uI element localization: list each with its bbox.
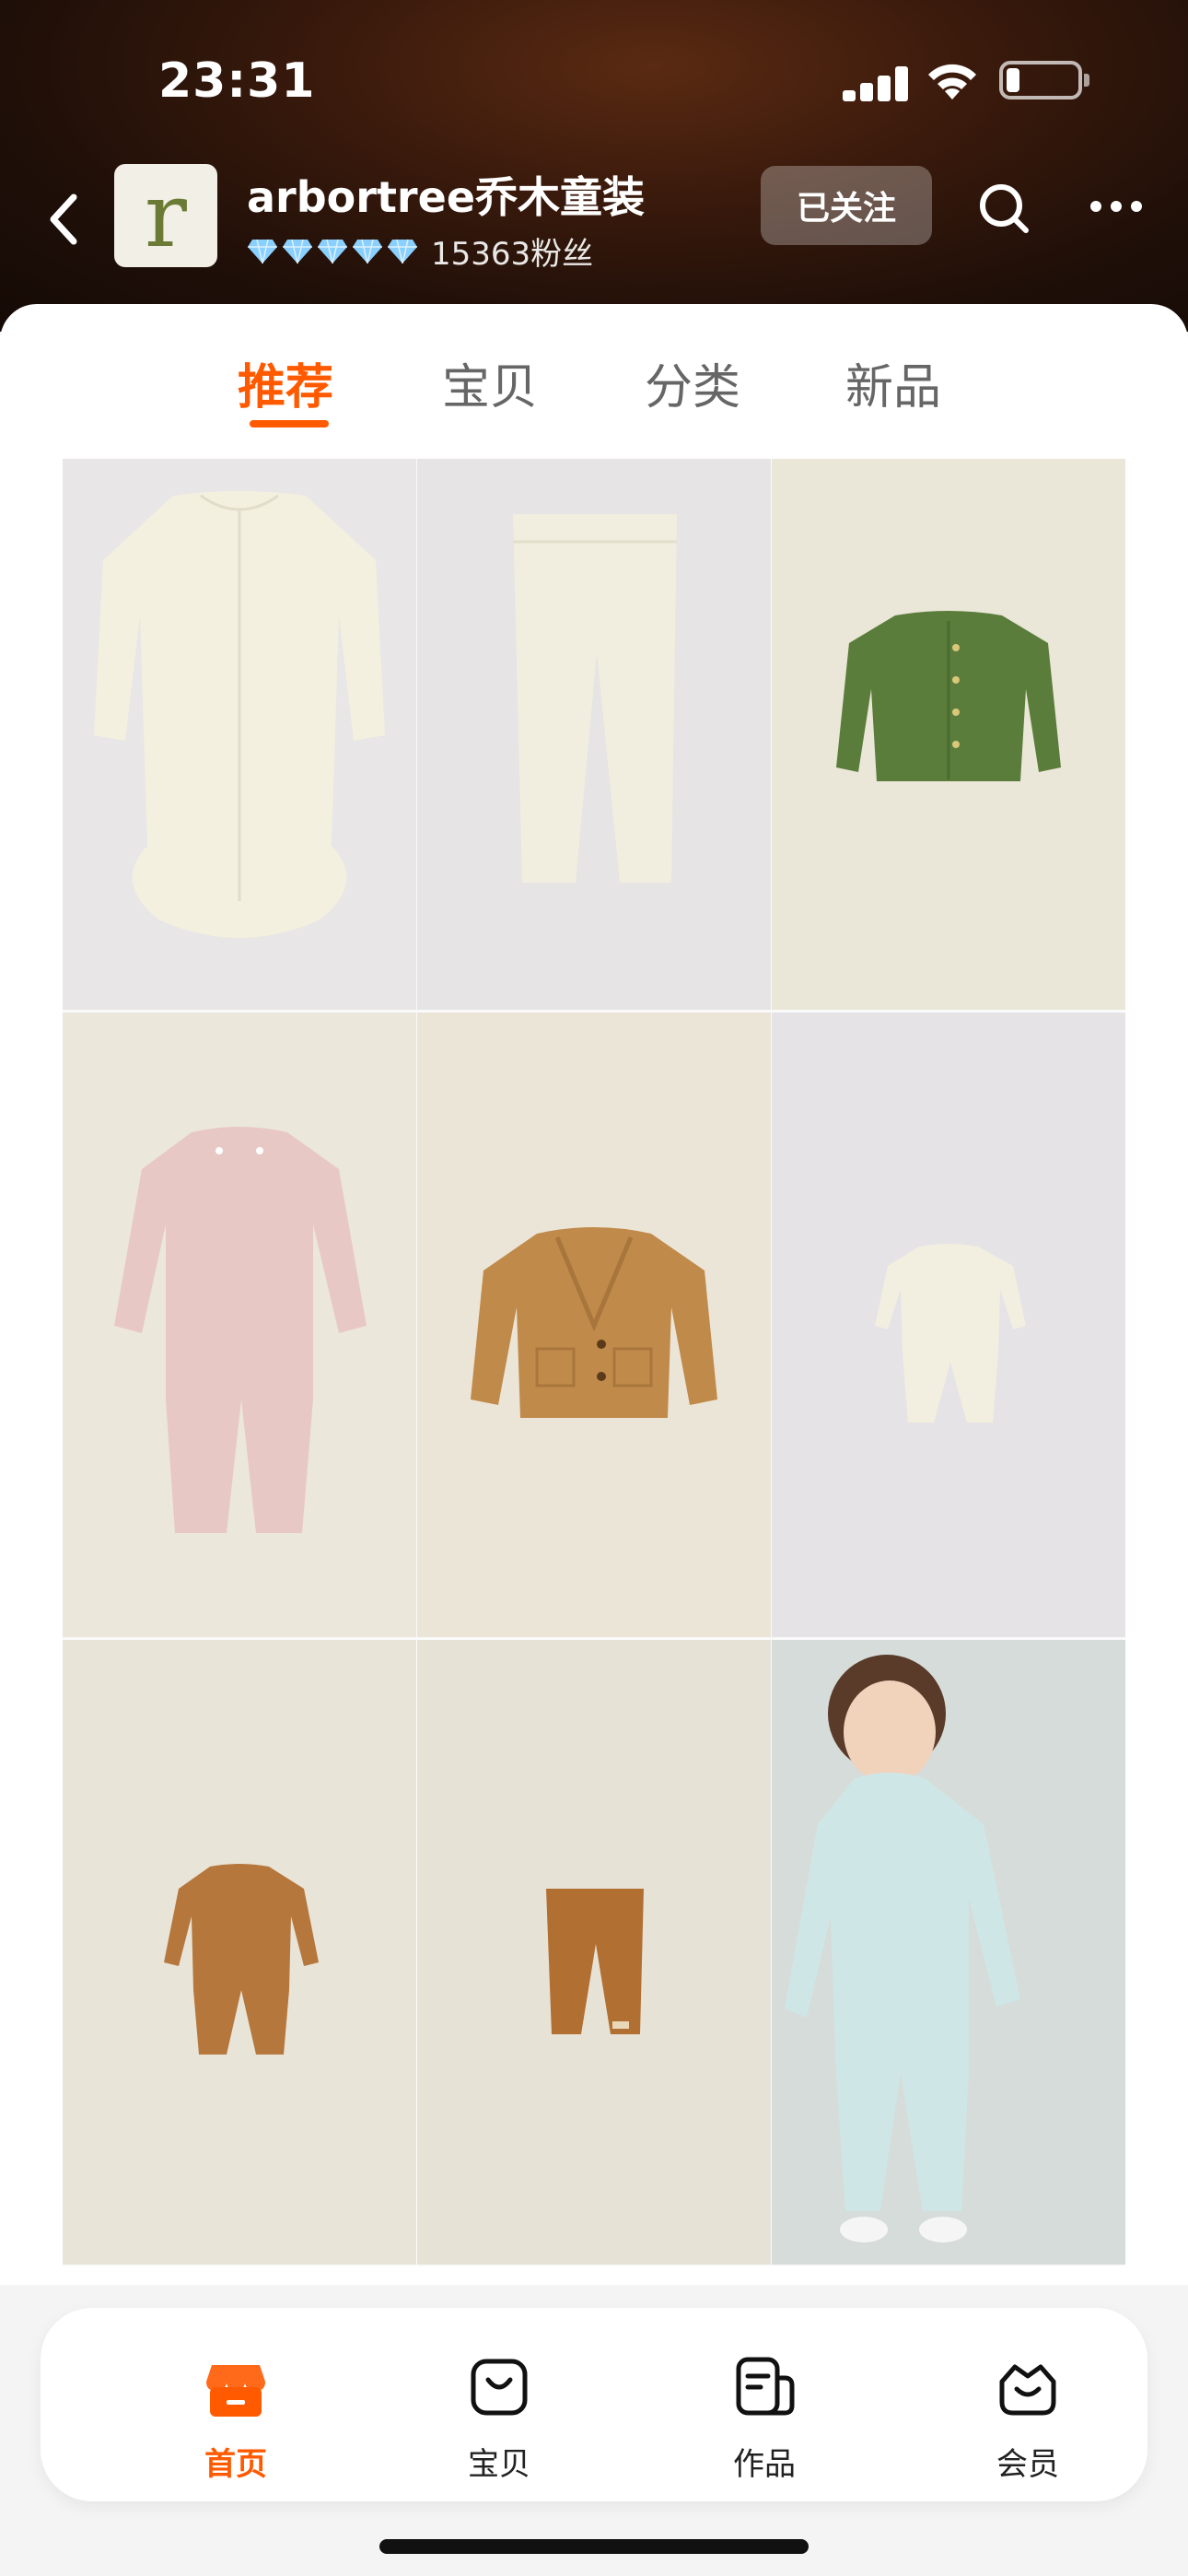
- product-image: [471, 1227, 717, 1418]
- store-header: r arbortree乔木童装 15363粉丝 已关注: [0, 157, 1188, 286]
- search-icon[interactable]: [974, 179, 1033, 238]
- battery-icon: [999, 61, 1089, 100]
- product-image: [836, 611, 1061, 781]
- product-card[interactable]: [63, 1013, 416, 1637]
- nav-works[interactable]: 作品: [672, 2308, 856, 2501]
- member-basket-icon: [999, 2364, 1056, 2416]
- nav-member[interactable]: 会员: [936, 2308, 1120, 2501]
- store-avatar[interactable]: r: [114, 164, 217, 267]
- nav-home[interactable]: 首页: [144, 2308, 328, 2501]
- status-time: 23:31: [158, 53, 316, 109]
- product-card[interactable]: [772, 1640, 1125, 2265]
- store-page: 23:31 r arbortree乔木童装 15363粉丝 已关注 推荐 宝贝 …: [0, 0, 1188, 2576]
- product-card[interactable]: [772, 459, 1125, 1010]
- content-card: 推荐 宝贝 分类 新品: [0, 304, 1188, 2285]
- cellular-signal-icon: [843, 64, 909, 101]
- product-image: [513, 514, 677, 883]
- product-card[interactable]: [417, 459, 771, 1010]
- diamond-icon: [283, 239, 312, 263]
- product-image: [114, 1127, 367, 1533]
- tab-new[interactable]: 新品: [845, 348, 941, 417]
- nav-items[interactable]: 宝贝: [407, 2308, 591, 2501]
- product-card[interactable]: [63, 459, 416, 1010]
- bag-icon: [471, 2359, 528, 2416]
- active-tab-indicator: [250, 420, 329, 427]
- tab-items[interactable]: 宝贝: [442, 348, 538, 417]
- product-card[interactable]: [772, 1013, 1125, 1637]
- follow-button[interactable]: 已关注: [761, 166, 932, 245]
- nav-works-label: 作品: [733, 2446, 796, 2483]
- nav-member-label: 会员: [996, 2446, 1059, 2483]
- more-dots-icon[interactable]: [1087, 188, 1146, 225]
- shop-home-icon: [206, 2365, 265, 2417]
- avatar-letter: r: [145, 164, 187, 267]
- product-card[interactable]: [417, 1640, 771, 2265]
- nav-items-label: 宝贝: [468, 2446, 530, 2483]
- home-indicator[interactable]: [379, 2539, 809, 2554]
- fans-count: 15363粉丝: [431, 236, 594, 273]
- back-chevron-icon[interactable]: [37, 182, 92, 256]
- diamond-icon: [248, 239, 277, 263]
- product-image: [164, 1864, 319, 2055]
- product-card[interactable]: [417, 1013, 771, 1637]
- store-tabs: 推荐 宝贝 分类 新品: [0, 304, 1188, 456]
- nav-home-label: 首页: [204, 2446, 267, 2483]
- product-grid: [63, 459, 1125, 2266]
- bottom-nav: 首页 宝贝 作品 会员: [41, 2308, 1147, 2501]
- store-rating: 15363粉丝: [247, 228, 593, 274]
- product-image: [875, 1244, 1026, 1423]
- diamond-icon: [388, 239, 417, 263]
- product-image: [546, 1889, 644, 2034]
- product-card[interactable]: [63, 1640, 416, 2265]
- product-image: [785, 1655, 1020, 2242]
- diamond-icon: [318, 239, 347, 263]
- product-image: [94, 491, 385, 938]
- status-bar: 23:31: [0, 0, 1188, 157]
- diamond-icon: [353, 239, 382, 263]
- store-name[interactable]: arbortree乔木童装: [247, 164, 645, 225]
- tab-recommend[interactable]: 推荐: [238, 348, 333, 417]
- wifi-icon: [928, 64, 976, 100]
- tab-categories[interactable]: 分类: [645, 348, 740, 417]
- works-icon: [736, 2357, 795, 2416]
